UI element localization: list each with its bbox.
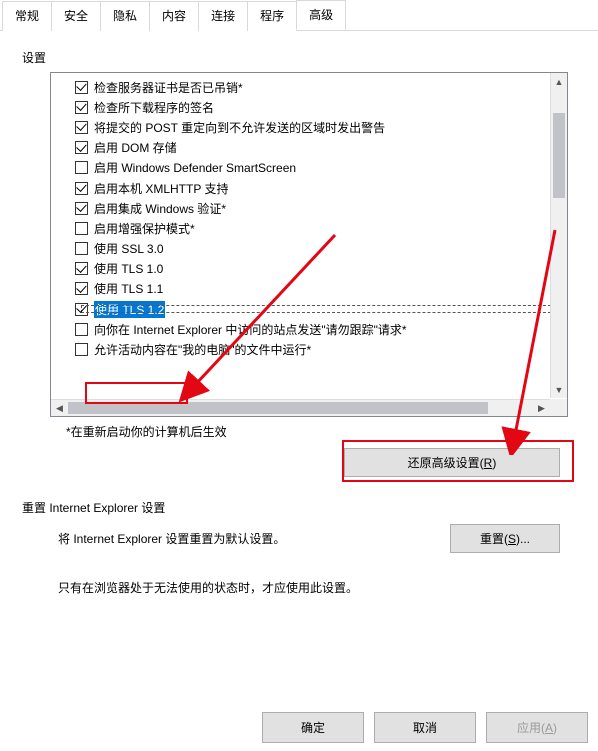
scroll-corner — [550, 399, 567, 416]
setting-checkbox[interactable] — [75, 161, 88, 174]
setting-label: 将提交的 POST 重定向到不允许发送的区域时发出警告 — [94, 119, 385, 136]
setting-item-8[interactable]: 使用 SSL 3.0 — [75, 239, 567, 259]
setting-label: 允许活动内容在"我的电脑"的文件中运行* — [94, 341, 311, 358]
setting-checkbox[interactable] — [75, 343, 88, 356]
dialog-button-row: 确定 取消 应用(A) — [262, 712, 588, 743]
setting-checkbox[interactable] — [75, 323, 88, 336]
setting-checkbox[interactable] — [75, 262, 88, 275]
ok-button[interactable]: 确定 — [262, 712, 364, 743]
setting-item-11[interactable]: 使用 TLS 1.2 — [75, 299, 567, 319]
scroll-down-button[interactable]: ▼ — [551, 381, 567, 398]
apply-button[interactable]: 应用(A) — [486, 712, 588, 743]
setting-label: 使用 TLS 1.0 — [94, 260, 163, 277]
setting-item-2[interactable]: 将提交的 POST 重定向到不允许发送的区域时发出警告 — [75, 117, 567, 137]
setting-label: 启用增强保护模式* — [94, 220, 195, 237]
setting-checkbox[interactable] — [75, 282, 88, 295]
setting-item-10[interactable]: 使用 TLS 1.1 — [75, 279, 567, 299]
settings-section-label: 设置 — [22, 49, 576, 66]
setting-item-0[interactable]: 检查服务器证书是否已吊销* — [75, 77, 567, 97]
setting-item-12[interactable]: 向你在 Internet Explorer 中访问的站点发送"请勿跟踪"请求* — [75, 319, 567, 339]
setting-label: 使用 SSL 3.0 — [94, 240, 164, 257]
setting-item-6[interactable]: 启用集成 Windows 验证* — [75, 198, 567, 218]
setting-item-13[interactable]: 允许活动内容在"我的电脑"的文件中运行* — [75, 339, 567, 359]
settings-listbox: 检查服务器证书是否已吊销* 检查所下载程序的签名将提交的 POST 重定向到不允许… — [50, 72, 568, 417]
scroll-right-button[interactable]: ▶ — [533, 400, 550, 416]
tab-2[interactable]: 隐私 — [100, 1, 150, 31]
reset-button[interactable]: 重置(S)... — [450, 524, 560, 553]
setting-checkbox[interactable] — [75, 182, 88, 195]
tab-6[interactable]: 高级 — [296, 0, 346, 30]
setting-checkbox[interactable] — [75, 202, 88, 215]
reset-section-label: 重置 Internet Explorer 设置 — [22, 499, 576, 516]
setting-label: 使用 TLS 1.2 — [94, 301, 165, 318]
reset-description: 将 Internet Explorer 设置重置为默认设置。 — [58, 530, 285, 547]
reset-note: 只有在浏览器处于无法使用的状态时，才应使用此设置。 — [58, 579, 576, 596]
setting-label: 启用集成 Windows 验证* — [94, 200, 226, 217]
setting-label: 启用 DOM 存储 — [94, 139, 177, 156]
setting-label: 启用本机 XMLHTTP 支持 — [94, 180, 228, 197]
vertical-scrollbar[interactable]: ▲ ▼ — [550, 73, 567, 398]
tab-4[interactable]: 连接 — [198, 1, 248, 31]
tab-0[interactable]: 常规 — [2, 1, 52, 31]
horizontal-scrollbar[interactable]: ◀ ▶ — [51, 399, 550, 416]
setting-checkbox[interactable] — [75, 81, 88, 94]
setting-item-7[interactable]: 启用增强保护模式* — [75, 218, 567, 238]
advanced-tab-content: 设置 检查服务器证书是否已吊销* 检查所下载程序的签名将提交的 POST 重定向到… — [0, 31, 598, 606]
horizontal-scroll-thumb[interactable] — [68, 402, 488, 414]
setting-item-4[interactable]: 启用 Windows Defender SmartScreen — [75, 158, 567, 178]
tab-5[interactable]: 程序 — [247, 1, 297, 31]
setting-item-5[interactable]: 启用本机 XMLHTTP 支持 — [75, 178, 567, 198]
tab-1[interactable]: 安全 — [51, 1, 101, 31]
scroll-up-button[interactable]: ▲ — [551, 73, 567, 90]
setting-checkbox[interactable] — [75, 141, 88, 154]
vertical-scroll-thumb[interactable] — [553, 113, 565, 198]
restart-footnote: *在重新启动你的计算机后生效 — [66, 423, 576, 440]
setting-label: 启用 Windows Defender SmartScreen — [94, 159, 296, 176]
reset-button-label: 重置(S)... — [480, 532, 530, 546]
setting-label: 向你在 Internet Explorer 中访问的站点发送"请勿跟踪"请求* — [94, 321, 407, 338]
restore-button-label: 还原高级设置(R) — [408, 456, 497, 470]
restore-advanced-button[interactable]: 还原高级设置(R) — [344, 448, 560, 477]
setting-label: 使用 TLS 1.1 — [94, 280, 163, 297]
cancel-button[interactable]: 取消 — [374, 712, 476, 743]
setting-item-3[interactable]: 启用 DOM 存储 — [75, 138, 567, 158]
setting-label: 检查所下载程序的签名 — [94, 99, 214, 116]
tab-bar: 常规安全隐私内容连接程序高级 — [0, 0, 598, 31]
setting-item-9[interactable]: 使用 TLS 1.0 — [75, 259, 567, 279]
setting-checkbox[interactable] — [75, 121, 88, 134]
setting-checkbox[interactable] — [75, 242, 88, 255]
setting-label: 检查服务器证书是否已吊销* — [94, 79, 243, 96]
setting-checkbox[interactable] — [75, 101, 88, 114]
setting-checkbox[interactable] — [75, 303, 88, 316]
tab-3[interactable]: 内容 — [149, 1, 199, 31]
setting-item-1[interactable]: 检查所下载程序的签名 — [75, 97, 567, 117]
setting-checkbox[interactable] — [75, 222, 88, 235]
scroll-left-button[interactable]: ◀ — [51, 400, 68, 416]
